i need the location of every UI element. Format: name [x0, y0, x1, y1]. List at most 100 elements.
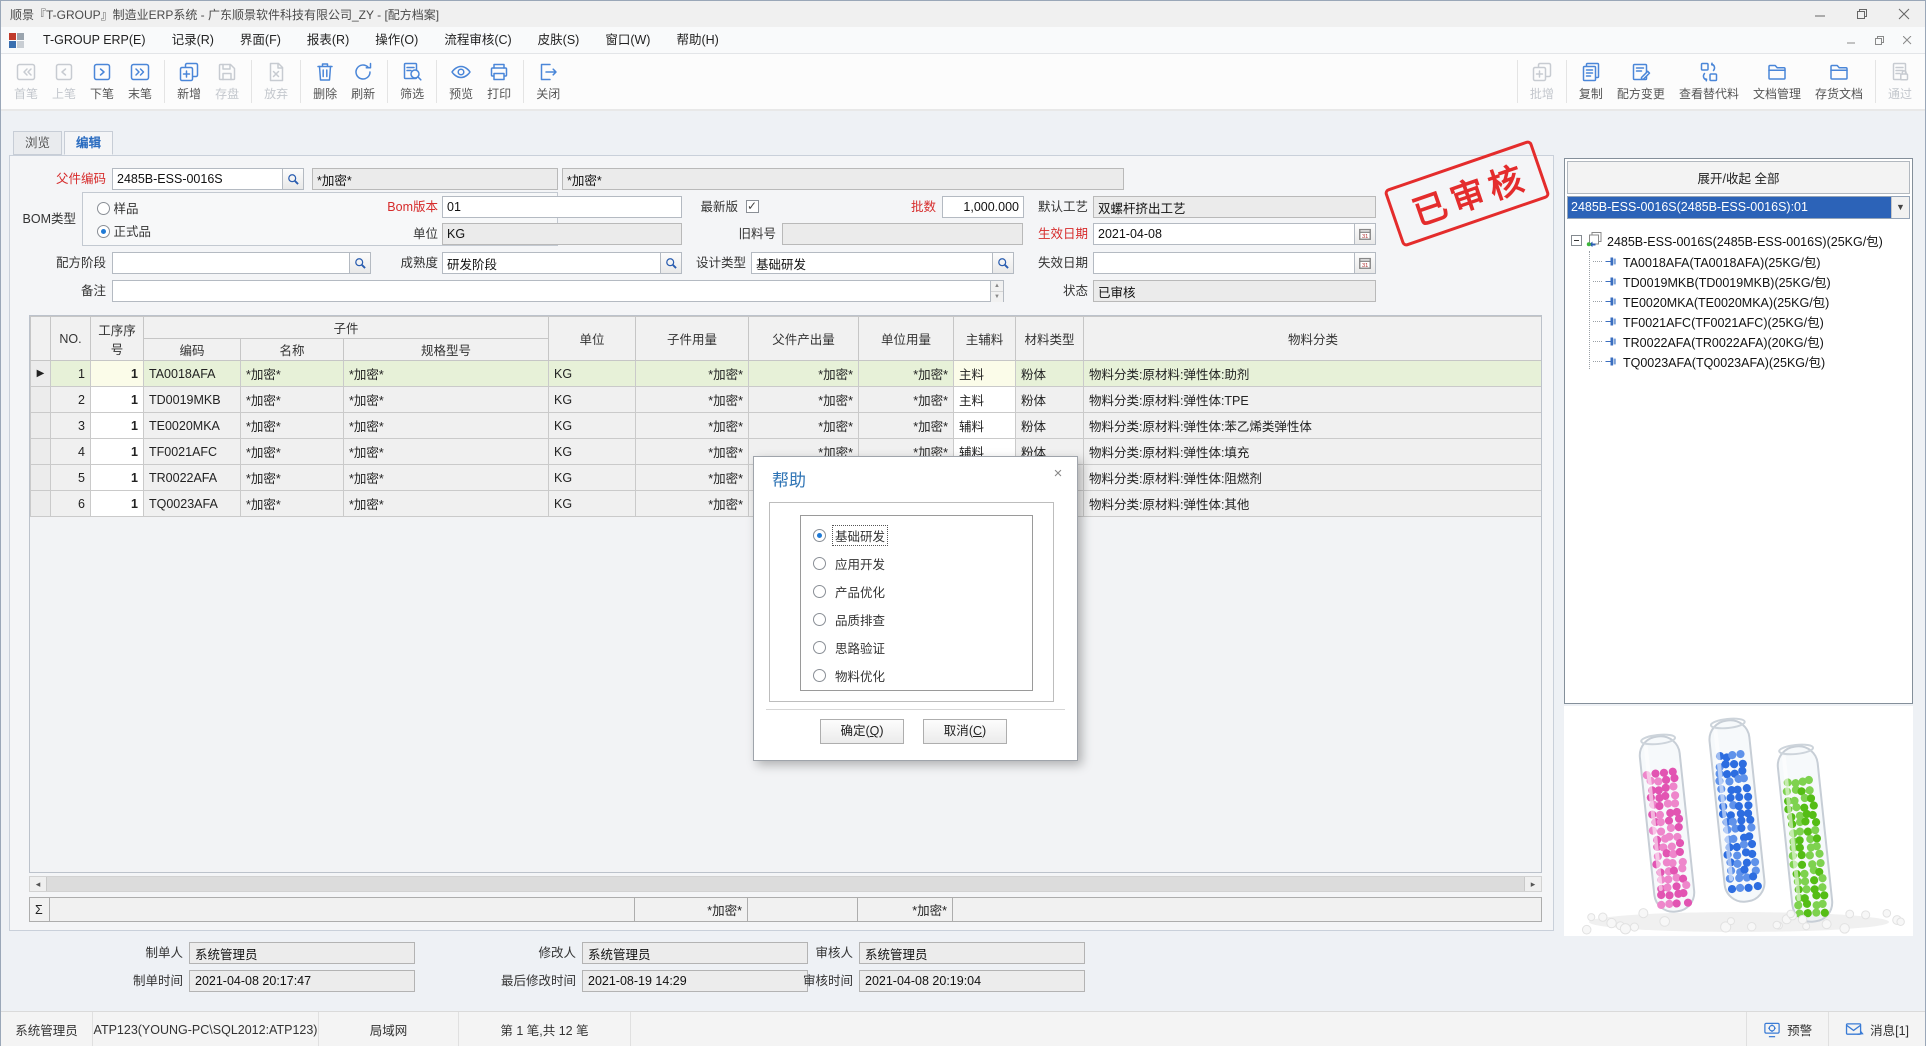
- grid-cell[interactable]: KG: [549, 465, 636, 491]
- grid-cell[interactable]: 1: [91, 491, 144, 517]
- grid-cell[interactable]: *加密*: [636, 387, 749, 413]
- grid-cell[interactable]: KG: [549, 361, 636, 387]
- bom-type-option-formal[interactable]: 正式品: [97, 221, 151, 240]
- grid-cell[interactable]: TA0018AFA: [144, 361, 241, 387]
- grid-cell[interactable]: 物料分类:原材料:弹性体:苯乙烯类弹性体: [1084, 413, 1543, 439]
- grid-cell[interactable]: 1: [91, 361, 144, 387]
- tree-node-label[interactable]: TQ0023AFA(TQ0023AFA)(25KG/包): [1623, 352, 1825, 371]
- grid-cell[interactable]: TQ0023AFA: [144, 491, 241, 517]
- toolbar-button-preview[interactable]: 预览: [442, 54, 480, 109]
- grid-cell[interactable]: *加密*: [344, 361, 549, 387]
- effective-date-input[interactable]: [1093, 223, 1355, 245]
- grid-cell[interactable]: KG: [549, 491, 636, 517]
- grid-cell[interactable]: 1: [91, 465, 144, 491]
- dialog-close-icon[interactable]: ×: [1049, 465, 1067, 482]
- grid-cell[interactable]: *加密*: [241, 361, 344, 387]
- collapse-icon[interactable]: [1571, 235, 1582, 246]
- horizontal-scrollbar[interactable]: ◂ ▸: [29, 876, 1542, 892]
- tree-node-3[interactable]: TE0020MKA(TE0020MKA)(25KG/包): [1569, 291, 1908, 311]
- ok-button[interactable]: 确定(Q): [820, 719, 904, 744]
- grid-cell[interactable]: 主料: [954, 387, 1016, 413]
- grid-cell[interactable]: 1: [91, 387, 144, 413]
- expand-collapse-all-button[interactable]: 展开/收起 全部: [1567, 161, 1910, 194]
- bom-type-option-sample[interactable]: 样品: [97, 198, 139, 217]
- mdi-restore-button[interactable]: [1865, 29, 1893, 51]
- menu-item-3[interactable]: 界面(F): [227, 27, 294, 53]
- dialog-radio-option-1[interactable]: 基础研发: [813, 521, 1032, 549]
- grid-cell[interactable]: *加密*: [241, 465, 344, 491]
- radio-icon[interactable]: [813, 613, 826, 626]
- grid-cell[interactable]: *加密*: [241, 439, 344, 465]
- scrollbar-thumb[interactable]: [46, 877, 1525, 891]
- grid-cell[interactable]: *加密*: [749, 387, 859, 413]
- maturity-input[interactable]: [442, 252, 661, 274]
- grid-cell[interactable]: 物料分类:原材料:弹性体:其他: [1084, 491, 1543, 517]
- grid-cell[interactable]: *加密*: [636, 439, 749, 465]
- grid-cell[interactable]: KG: [549, 439, 636, 465]
- menu-item-7[interactable]: 皮肤(S): [525, 27, 593, 53]
- grid-cell[interactable]: 3: [51, 413, 91, 439]
- grid-cell[interactable]: 2: [51, 387, 91, 413]
- col-group-child[interactable]: 子件: [144, 317, 549, 339]
- grid-cell[interactable]: TD0019MKB: [144, 387, 241, 413]
- dialog-radio-option-3[interactable]: 产品优化: [813, 577, 1032, 605]
- cancel-button[interactable]: 取消(C): [923, 719, 1007, 744]
- grid-cell[interactable]: [31, 439, 51, 465]
- grid-row-3[interactable]: 31TE0020MKA*加密**加密*KG*加密**加密**加密*辅料粉体物料分…: [31, 413, 1543, 439]
- mdi-close-button[interactable]: [1893, 29, 1921, 51]
- radio-icon[interactable]: [813, 529, 826, 542]
- radio-icon[interactable]: [97, 202, 110, 215]
- toolbar-button-last[interactable]: 末笔: [121, 54, 159, 109]
- message-button[interactable]: 消息[1]: [1828, 1012, 1925, 1046]
- toolbar-button-substitute[interactable]: 查看替代料: [1672, 54, 1746, 109]
- col-material-type[interactable]: 材料类型: [1016, 317, 1084, 361]
- grid-cell[interactable]: KG: [549, 413, 636, 439]
- grid-cell[interactable]: 物料分类:原材料:弹性体:TPE: [1084, 387, 1543, 413]
- menu-item-4[interactable]: 报表(R): [294, 27, 362, 53]
- minimize-button[interactable]: [1799, 1, 1841, 27]
- design-type-lookup-icon[interactable]: [993, 252, 1014, 274]
- tree-node-4[interactable]: TF0021AFC(TF0021AFC)(25KG/包): [1569, 311, 1908, 331]
- toolbar-button-print[interactable]: 打印: [480, 54, 518, 109]
- alert-button[interactable]: 预警: [1746, 1012, 1828, 1046]
- dialog-radio-option-5[interactable]: 思路验证: [813, 633, 1032, 661]
- grid-cell[interactable]: TR0022AFA: [144, 465, 241, 491]
- tree-node-5[interactable]: TR0022AFA(TR0022AFA)(20KG/包): [1569, 331, 1908, 351]
- grid-cell[interactable]: *加密*: [859, 413, 954, 439]
- grid-cell[interactable]: 物料分类:原材料:弹性体:助剂: [1084, 361, 1543, 387]
- grid-cell[interactable]: *加密*: [344, 439, 549, 465]
- grid-cell[interactable]: [31, 491, 51, 517]
- grid-cell[interactable]: [31, 465, 51, 491]
- grid-cell[interactable]: *加密*: [859, 387, 954, 413]
- col-code[interactable]: 编码: [144, 339, 241, 361]
- col-unit[interactable]: 单位: [549, 317, 636, 361]
- design-type-input[interactable]: [751, 252, 993, 274]
- tab-edit[interactable]: 编辑: [64, 131, 113, 155]
- tree-root-node[interactable]: 2485B-ESS-0016S(2485B-ESS-0016S)(25KG/包): [1569, 229, 1908, 251]
- tree-node-2[interactable]: TD0019MKB(TD0019MKB)(25KG/包): [1569, 271, 1908, 291]
- grid-cell[interactable]: 1: [91, 413, 144, 439]
- grid-cell[interactable]: [31, 387, 51, 413]
- mdi-minimize-button[interactable]: [1837, 29, 1865, 51]
- grid-cell[interactable]: *加密*: [344, 465, 549, 491]
- chevron-down-icon[interactable]: ▼: [1891, 197, 1909, 218]
- col-unit-usage[interactable]: 单位用量: [859, 317, 954, 361]
- parent-code-input[interactable]: [112, 168, 283, 190]
- remark-spinner[interactable]: ▲▼: [991, 280, 1004, 302]
- col-no[interactable]: NO.: [51, 317, 91, 361]
- menu-item-6[interactable]: 流程审核(C): [431, 27, 524, 53]
- menu-item-9[interactable]: 帮助(H): [663, 27, 731, 53]
- bom-version-input[interactable]: [442, 196, 682, 218]
- col-parent-output[interactable]: 父件产出量: [749, 317, 859, 361]
- parent-code-lookup-icon[interactable]: [283, 168, 304, 190]
- tree-node-label[interactable]: TE0020MKA(TE0020MKA)(25KG/包): [1623, 292, 1829, 311]
- grid-cell[interactable]: 主料: [954, 361, 1016, 387]
- grid-cell[interactable]: 5: [51, 465, 91, 491]
- grid-cell[interactable]: 6: [51, 491, 91, 517]
- toolbar-button-folder[interactable]: 文档管理: [1746, 54, 1808, 109]
- grid-cell[interactable]: 1: [51, 361, 91, 387]
- toolbar-button-next[interactable]: 下笔: [83, 54, 121, 109]
- tree-node-1[interactable]: TA0018AFA(TA0018AFA)(25KG/包): [1569, 251, 1908, 271]
- grid-cell[interactable]: *加密*: [344, 413, 549, 439]
- toolbar-button-add[interactable]: 新增: [170, 54, 208, 109]
